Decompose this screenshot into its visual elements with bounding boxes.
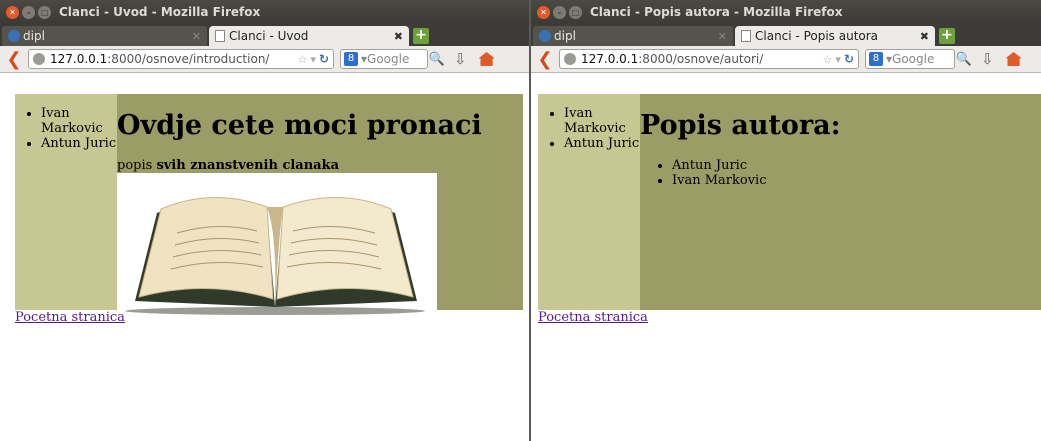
titlebar: ✕ – □ Clanci - Uvod - Mozilla Firefox — [0, 0, 529, 24]
search-bar[interactable]: 8 ▾ Google 🔍 — [865, 49, 972, 69]
google-logo-icon[interactable]: 8 — [344, 52, 358, 66]
page-heading: Popis autora: — [640, 110, 841, 141]
close-tab-icon[interactable]: ✖ — [394, 30, 403, 43]
dropdown-arrow-icon[interactable]: ▾ — [310, 53, 316, 66]
dropdown-arrow-icon[interactable]: ▾ — [835, 53, 841, 66]
minimize-window-button[interactable]: – — [22, 5, 35, 19]
url-bar[interactable]: 127.0.0.1:8000/osnove/introduction/ ☆ ▾ ↻ — [28, 49, 334, 69]
page-content: Ivan Markovic Antun Juric Popis autora: … — [531, 94, 1041, 441]
url-bar[interactable]: 127.0.0.1:8000/osnove/autori/ ☆ ▾ ↻ — [559, 49, 859, 69]
list-item: Ivan Markovic — [41, 106, 117, 136]
home-icon[interactable] — [478, 52, 495, 66]
minimize-window-button[interactable]: – — [553, 5, 566, 19]
left-browser-window: ✕ – □ Clanci - Uvod - Mozilla Firefox di… — [0, 0, 529, 441]
home-link[interactable]: Pocetna stranica — [15, 310, 125, 325]
page-subtitle: popis svih znanstvenih clanaka — [117, 158, 339, 173]
window-title: Clanci - Popis autora - Mozilla Firefox — [590, 5, 843, 19]
search-placeholder: Google — [367, 52, 410, 66]
tab-dipl[interactable]: dipl ✕ — [2, 26, 207, 46]
globe-icon — [8, 30, 20, 42]
navigation-bar: ❮ 127.0.0.1:8000/osnove/autori/ ☆ ▾ ↻ 8 ▾ … — [531, 46, 1041, 73]
sidebar: Ivan Markovic Antun Juric — [538, 94, 640, 310]
subtitle-prefix: popis — [117, 158, 157, 173]
search-icon[interactable]: 🔍 — [429, 52, 445, 67]
page-heading: Ovdje cete moci pronaci — [117, 110, 482, 141]
new-tab-button[interactable]: + — [939, 28, 955, 44]
titlebar: ✕ – □ Clanci - Popis autora - Mozilla Fi… — [531, 0, 1041, 24]
reload-icon[interactable]: ↻ — [319, 52, 329, 66]
sidebar: Ivan Markovic Antun Juric — [15, 94, 117, 310]
tab-label: Clanci - Popis autora — [755, 29, 879, 43]
subtitle-bold: svih znanstvenih clanaka — [156, 158, 340, 173]
tab-label: dipl — [554, 29, 576, 43]
download-icon[interactable]: ⇩ — [981, 50, 994, 68]
book-image — [117, 173, 437, 319]
author-list: Ivan Markovic Antun Juric — [538, 106, 640, 151]
tab-bar: dipl ✕ Clanci - Popis autora ✖ + — [531, 24, 1041, 46]
back-icon[interactable]: ❮ — [537, 49, 553, 70]
window-title: Clanci - Uvod - Mozilla Firefox — [59, 5, 261, 19]
document-icon — [741, 30, 751, 42]
author-list: Ivan Markovic Antun Juric — [15, 106, 117, 151]
main-area: Popis autora: Antun Juric Ivan Markovic — [640, 94, 1041, 310]
close-window-button[interactable]: ✕ — [537, 5, 550, 19]
maximize-window-button[interactable]: □ — [569, 5, 582, 19]
list-item: Antun Juric — [672, 158, 767, 173]
back-icon[interactable]: ❮ — [6, 49, 22, 70]
new-tab-button[interactable]: + — [413, 28, 429, 44]
right-browser-window: ✕ – □ Clanci - Popis autora - Mozilla Fi… — [531, 0, 1041, 441]
main-area: Ovdje cete moci pronaci popis svih znans… — [117, 94, 523, 319]
list-item: Antun Juric — [41, 136, 117, 151]
maximize-window-button[interactable]: □ — [38, 5, 51, 19]
list-item: Antun Juric — [564, 136, 640, 151]
tab-bar: dipl ✕ Clanci - Uvod ✖ + — [0, 24, 529, 46]
download-icon[interactable]: ⇩ — [454, 50, 467, 68]
google-logo-icon[interactable]: 8 — [869, 52, 883, 66]
open-book-icon — [125, 196, 425, 315]
bookmark-star-icon[interactable]: ☆ — [823, 53, 833, 66]
site-identity-icon[interactable] — [564, 53, 576, 65]
tab-label: dipl — [23, 29, 45, 43]
page-content: Ivan Markovic Antun Juric Ovdje cete moc… — [6, 94, 529, 441]
url-host: 127.0.0.1 — [50, 52, 108, 66]
url-path: :8000/osnove/introduction/ — [107, 52, 270, 66]
globe-icon — [539, 30, 551, 42]
url-path: :8000/osnove/autori/ — [638, 52, 764, 66]
home-link[interactable]: Pocetna stranica — [538, 310, 648, 325]
close-window-button[interactable]: ✕ — [6, 5, 19, 19]
home-icon[interactable] — [1005, 52, 1022, 66]
authors-list: Antun Juric Ivan Markovic — [640, 158, 767, 188]
reload-icon[interactable]: ↻ — [844, 52, 854, 66]
bookmark-star-icon[interactable]: ☆ — [298, 53, 308, 66]
tab-active[interactable]: Clanci - Uvod ✖ — [209, 26, 409, 46]
tab-dipl[interactable]: dipl ✕ — [533, 26, 733, 46]
close-tab-icon[interactable]: ✕ — [192, 30, 201, 43]
url-host: 127.0.0.1 — [581, 52, 639, 66]
close-tab-icon[interactable]: ✖ — [920, 30, 929, 43]
search-placeholder: Google — [892, 52, 935, 66]
tab-label: Clanci - Uvod — [229, 29, 309, 43]
tab-active[interactable]: Clanci - Popis autora ✖ — [735, 26, 935, 46]
search-bar[interactable]: 8 ▾ Google 🔍 — [340, 49, 445, 69]
site-identity-icon[interactable] — [33, 53, 45, 65]
close-tab-icon[interactable]: ✕ — [718, 30, 727, 43]
list-item: Ivan Markovic — [672, 173, 767, 188]
search-icon[interactable]: 🔍 — [956, 52, 972, 67]
list-item: Ivan Markovic — [564, 106, 640, 136]
navigation-bar: ❮ 127.0.0.1:8000/osnove/introduction/ ☆ ▾… — [0, 46, 529, 73]
document-icon — [215, 30, 225, 42]
